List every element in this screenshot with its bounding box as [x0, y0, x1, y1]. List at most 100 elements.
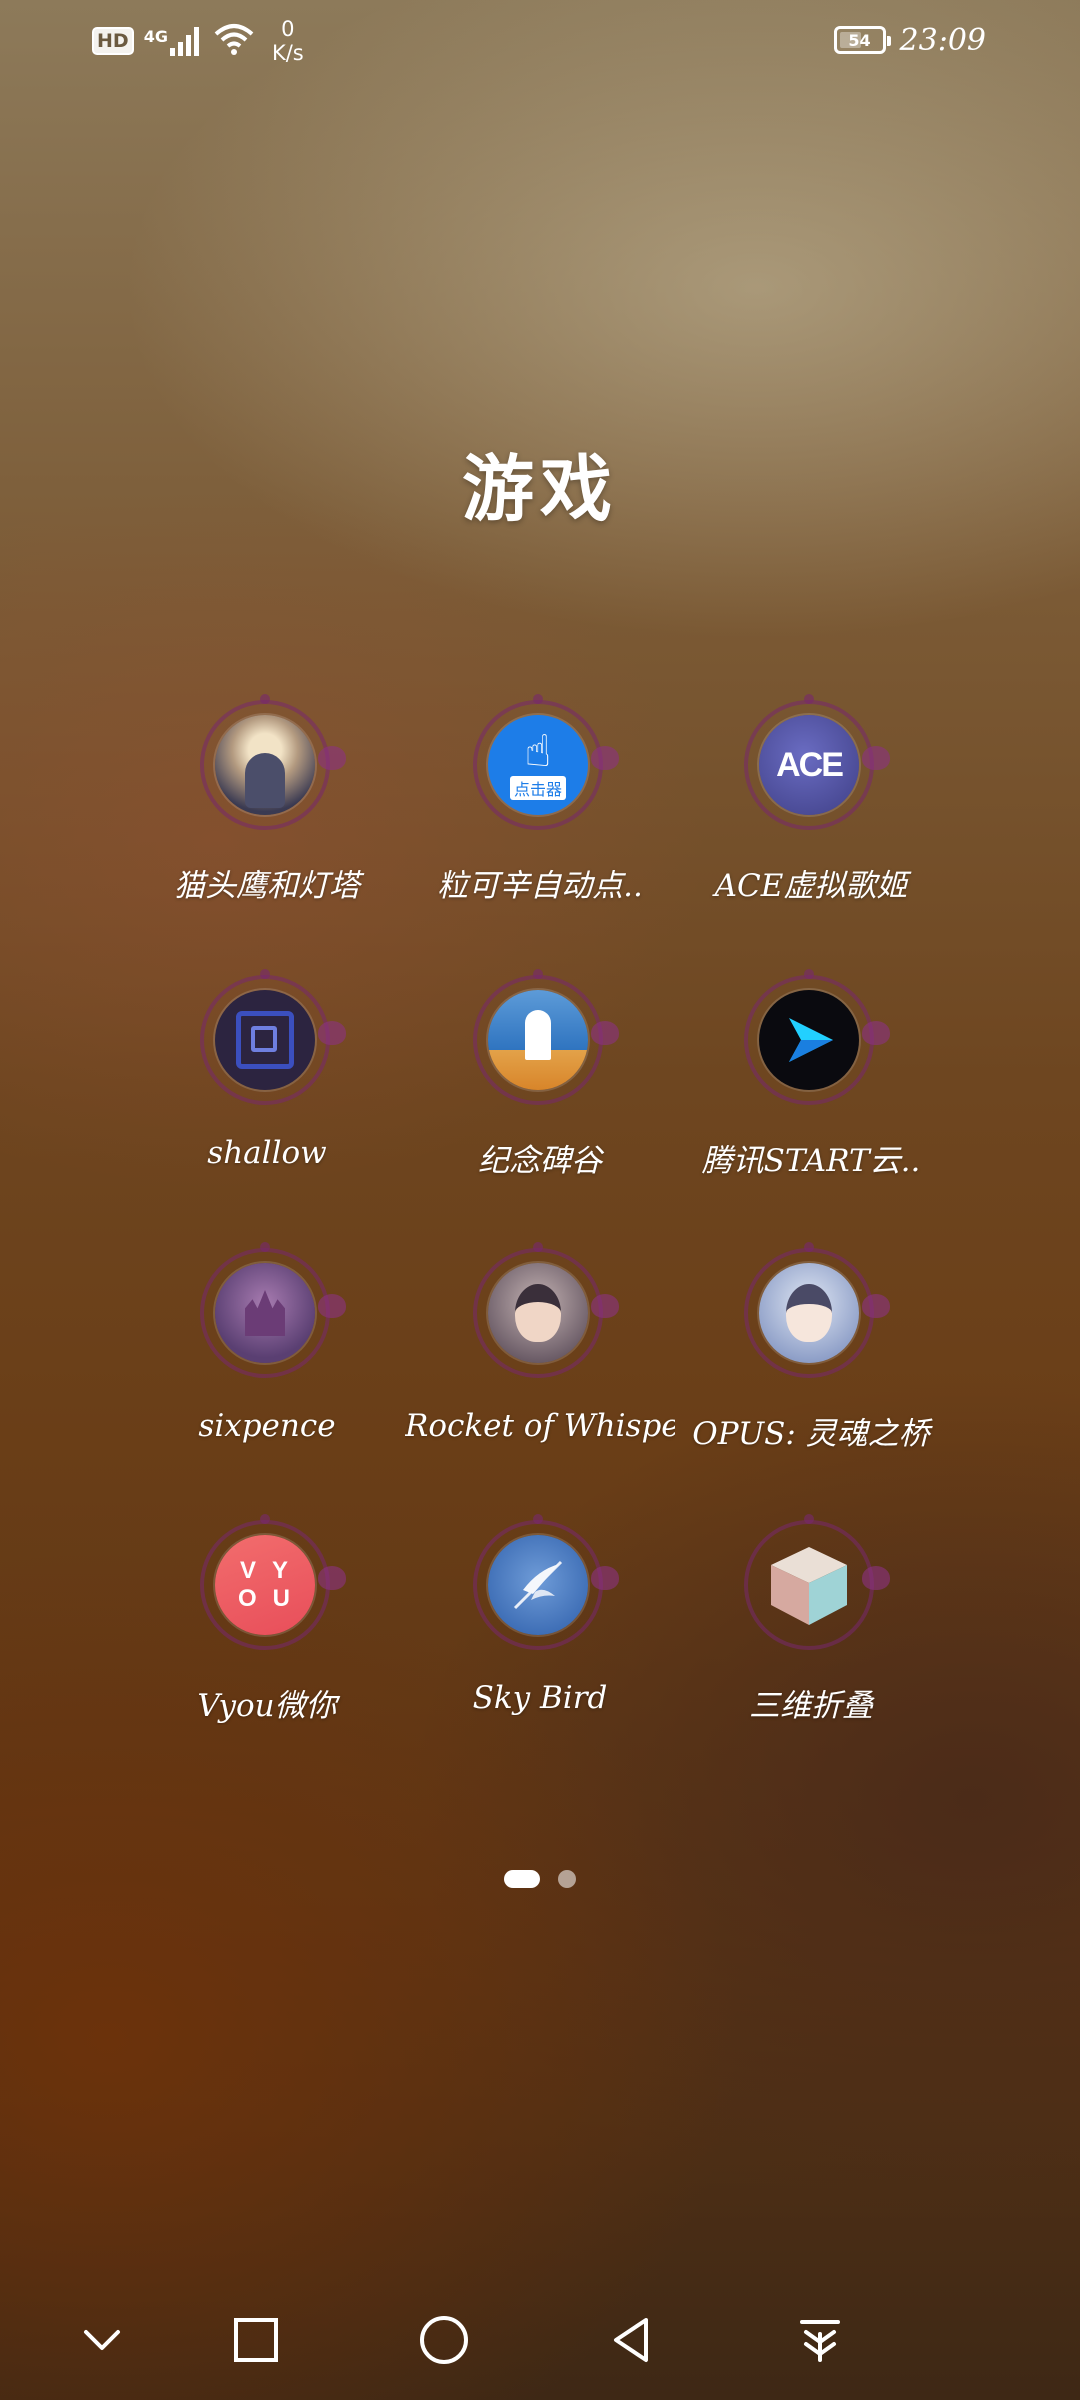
app-icon-frame [744, 1514, 890, 1654]
status-right: 54 23:09 [833, 18, 986, 62]
flower-decoration [862, 1294, 890, 1318]
ring-dot [260, 969, 270, 979]
3d-fold-icon[interactable] [759, 1535, 859, 1635]
app-3d-fold[interactable]: 三维折叠 [676, 1514, 946, 1770]
auto-clicker-icon[interactable]: ☝ 点击器 [488, 715, 588, 815]
ace-icon[interactable]: ACE [759, 715, 859, 815]
collapse-button[interactable] [72, 2310, 132, 2370]
app-tencent-start[interactable]: 腾讯START云.. [676, 969, 946, 1225]
battery-icon: 54 [833, 26, 891, 54]
ring-dot [260, 1514, 270, 1524]
flower-decoration [591, 1294, 619, 1318]
app-label: Vyou微你 [197, 1688, 337, 1724]
app-icon-frame [744, 1242, 890, 1382]
rocket-of-whispers-icon[interactable] [488, 1263, 588, 1363]
app-label: Rocket of Whispe.. [405, 1408, 675, 1444]
flower-decoration [318, 746, 346, 770]
sky-bird-icon[interactable] [488, 1535, 588, 1635]
flower-decoration [591, 1021, 619, 1045]
owl-lighthouse-icon[interactable] [215, 715, 315, 815]
page-indicator [0, 1870, 1080, 1888]
ring-dot [804, 1514, 814, 1524]
app-icon-frame [473, 1242, 619, 1382]
castle-shape [245, 1290, 285, 1336]
app-label: 粒可辛自动点.. [437, 868, 643, 904]
page-dot-active[interactable] [504, 1870, 540, 1888]
app-icon-frame: ACE [744, 694, 890, 834]
shallow-icon[interactable] [215, 990, 315, 1090]
start-arrow-icon [789, 1018, 833, 1062]
app-icon-frame [744, 969, 890, 1109]
app-monument-valley[interactable]: 纪念碑谷 [405, 969, 675, 1225]
flower-decoration [318, 1294, 346, 1318]
recents-button[interactable] [226, 2310, 286, 2370]
flower-decoration [591, 1566, 619, 1590]
home-button[interactable] [414, 2310, 474, 2370]
app-vyou[interactable]: VY OU Vyou微你 [132, 1514, 402, 1770]
app-sky-bird[interactable]: Sky Bird [405, 1514, 675, 1770]
clicker-tag: 点击器 [509, 776, 566, 800]
ring-dot [260, 694, 270, 704]
app-icon-frame: VY OU [200, 1514, 346, 1654]
status-left: HD 4G 0 K/s [92, 16, 304, 66]
app-opus[interactable]: OPUS: 灵魂之桥 [676, 1242, 946, 1498]
app-shallow[interactable]: shallow [132, 969, 402, 1225]
app-label: shallow [207, 1135, 327, 1171]
app-owl-lighthouse[interactable]: 猫头鹰和灯塔 [132, 694, 402, 950]
flower-decoration [862, 746, 890, 770]
flower-decoration [591, 746, 619, 770]
sixpence-icon[interactable] [215, 1263, 315, 1363]
app-icon-frame [473, 969, 619, 1109]
vyou-logo-bottom: OU [238, 1585, 306, 1612]
pull-down-icon [800, 2320, 840, 2362]
app-label: 腾讯START云.. [701, 1143, 921, 1179]
app-icon-frame [200, 1242, 346, 1382]
chevron-down-icon [84, 2330, 120, 2350]
hd-badge: HD [92, 27, 134, 55]
page-dot[interactable] [558, 1870, 576, 1888]
app-icon-frame [200, 694, 346, 834]
tap-hand-icon: ☝ [524, 726, 552, 777]
princess-figure [525, 1010, 551, 1060]
flower-decoration [862, 1021, 890, 1045]
app-label: ACE虚拟歌姬 [714, 868, 908, 904]
app-label: 三维折叠 [749, 1688, 873, 1724]
network-speed: 0 K/s [272, 17, 304, 65]
tencent-start-icon[interactable] [759, 990, 859, 1090]
battery-level: 54 [848, 30, 871, 50]
app-icon-frame: ☝ 点击器 [473, 694, 619, 834]
ring-dot [804, 1242, 814, 1252]
ring-dot [260, 1242, 270, 1252]
character-face [786, 1284, 832, 1342]
navigation-bar [0, 2290, 1080, 2390]
app-label: sixpence [198, 1408, 336, 1444]
app-label: 猫头鹰和灯塔 [174, 868, 360, 904]
speed-unit: K/s [271, 41, 304, 65]
opus-icon[interactable] [759, 1263, 859, 1363]
recents-icon [234, 2318, 278, 2362]
app-ace-virtual-singer[interactable]: ACE ACE虚拟歌姬 [676, 694, 946, 950]
ring-dot [533, 969, 543, 979]
vyou-icon[interactable]: VY OU [215, 1535, 315, 1635]
back-button[interactable] [602, 2310, 662, 2370]
app-auto-clicker[interactable]: ☝ 点击器 粒可辛自动点.. [405, 694, 675, 950]
app-rocket-of-whispers[interactable]: Rocket of Whispe.. [405, 1242, 675, 1498]
app-label: OPUS: 灵魂之桥 [692, 1416, 930, 1452]
ring-dot [804, 969, 814, 979]
cube-icon [771, 1547, 847, 1625]
character-face [515, 1284, 561, 1342]
clock: 23:09 [899, 22, 986, 58]
folder-title[interactable]: 游戏 [0, 430, 1080, 535]
app-sixpence[interactable]: sixpence [132, 1242, 402, 1498]
vyou-logo-top: VY [239, 1557, 304, 1584]
notification-pull-button[interactable] [790, 2310, 850, 2370]
flower-decoration [862, 1566, 890, 1590]
ring-dot [533, 1514, 543, 1524]
flower-decoration [318, 1021, 346, 1045]
app-label: Sky Bird [472, 1680, 608, 1716]
network-type: 4G [143, 27, 168, 46]
speed-value: 0 [281, 17, 295, 41]
signal-icon: 4G [144, 24, 204, 58]
monument-valley-icon[interactable] [488, 990, 588, 1090]
home-icon [420, 2316, 468, 2364]
